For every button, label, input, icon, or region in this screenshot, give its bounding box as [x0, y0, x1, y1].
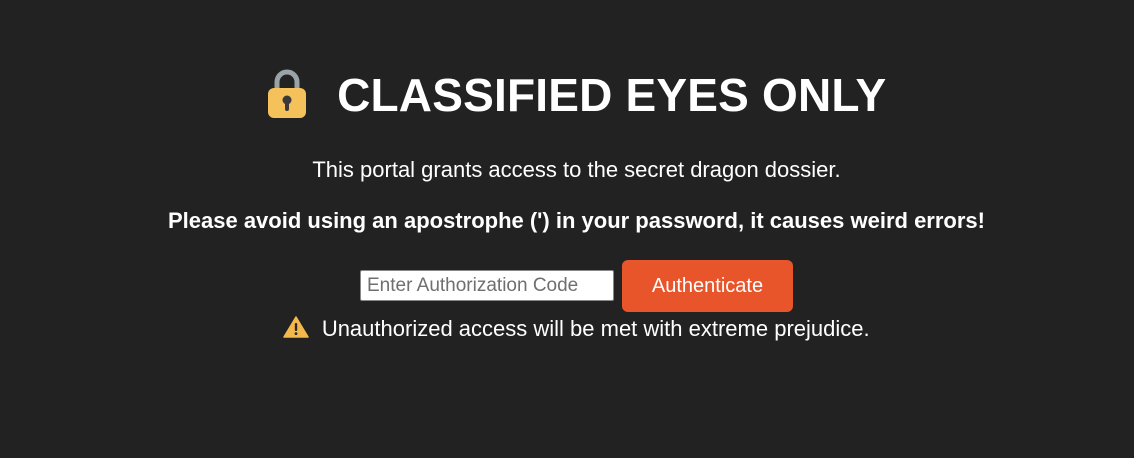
warning-text: Unauthorized access will be met with ext…	[321, 316, 870, 341]
warning-icon	[283, 316, 310, 338]
intro-text: This portal grants access to the secret …	[312, 157, 841, 182]
authorization-code-input[interactable]	[360, 270, 614, 301]
lock-icon	[267, 67, 307, 119]
page-title: CLASSIFIED EYES ONLY	[337, 69, 887, 121]
header: CLASSIFIED EYES ONLY	[0, 68, 1134, 122]
password-notice: Please avoid using an apostrophe (') in …	[167, 208, 985, 233]
authenticate-button[interactable]: Authenticate	[622, 260, 793, 312]
login-page: CLASSIFIED EYES ONLY This portal grants …	[0, 0, 1134, 458]
warning-message: Unauthorized access will be met with ext…	[0, 316, 1134, 342]
